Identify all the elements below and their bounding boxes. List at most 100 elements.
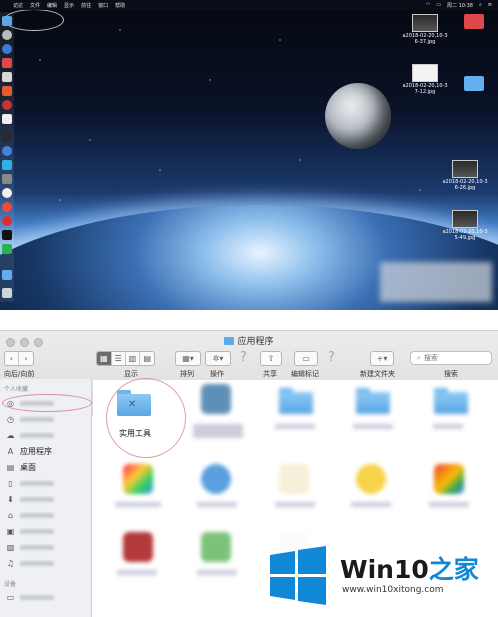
menu-window[interactable]: 窗口: [98, 2, 108, 9]
search-field[interactable]: ⌕: [410, 351, 492, 365]
sidebar-item[interactable]: ▧: [6, 541, 54, 554]
menu-edit[interactable]: 编辑: [47, 2, 57, 9]
documents-icon: ▯: [8, 479, 13, 488]
dock-launchpad-icon[interactable]: [2, 30, 12, 40]
menubar-clock[interactable]: 周二 10:38: [447, 2, 473, 9]
search-icon[interactable]: ⌕: [479, 2, 482, 8]
folder-icon[interactable]: [434, 388, 468, 414]
dock-app-icon[interactable]: [2, 58, 12, 68]
image-thumbnail-icon: [412, 64, 438, 82]
blurred-area: [380, 262, 492, 302]
applications-icon: A: [7, 447, 14, 456]
folder-icon[interactable]: [356, 388, 390, 414]
sidebar-item[interactable]: ◷: [6, 413, 54, 426]
sidebar-item-applications[interactable]: A 应用程序: [6, 445, 52, 458]
recents-icon: ◷: [7, 415, 14, 424]
desktop-file[interactable]: a2018-02-20,10-3 7-12.jpg: [390, 64, 460, 95]
dock-app-icon[interactable]: [2, 72, 12, 82]
blurred-label: [20, 545, 54, 550]
list-view-button[interactable]: ☰: [112, 352, 126, 365]
dock: [0, 12, 14, 302]
dock-app-icon[interactable]: [2, 216, 12, 226]
dock-finder-icon[interactable]: [2, 16, 12, 26]
highlight-circle: [106, 378, 186, 458]
sidebar: 个人收藏 ◎ ◷ ☁ A 应用程序 ▤ 桌面 ▯ ⬇ ⌂ ▣ ▧ ♫ 设备 ▭: [0, 379, 92, 617]
blurred-label: [197, 570, 237, 575]
dock-downloads-icon[interactable]: [2, 270, 12, 280]
dock-terminal-icon[interactable]: [2, 230, 12, 240]
share-button[interactable]: ⇪: [260, 351, 282, 366]
dock-app-icon[interactable]: [2, 86, 12, 96]
sidebar-item[interactable]: ▯: [6, 477, 54, 490]
icon-view-button[interactable]: ▦: [97, 352, 112, 365]
blurred-label: [115, 502, 161, 507]
desktop-file[interactable]: a2018-02-20,10-3 6-26.jpg: [430, 160, 498, 191]
sidebar-item[interactable]: ▣: [6, 525, 54, 538]
dock-app-icon[interactable]: [2, 244, 12, 254]
dock-app-icon[interactable]: [2, 188, 12, 198]
watermark-title: Win10之家: [340, 550, 479, 586]
menu-view[interactable]: 显示: [64, 2, 74, 9]
menu-file[interactable]: 文件: [30, 2, 40, 9]
desktop-icon: ▤: [6, 463, 15, 472]
app-icon[interactable]: [123, 532, 153, 562]
desktop-screen: 访达 文件 编辑 显示 前往 窗口 帮助 ◠ ▭ 周二 10:38 ⌕ ≡ a2…: [0, 0, 498, 310]
desktop-folder[interactable]: [459, 76, 489, 91]
search-label: 搜索: [444, 370, 458, 378]
new-folder-label: 新建文件夹: [360, 370, 395, 378]
image-thumbnail-icon: [452, 160, 478, 178]
desktop-file[interactable]: a2018-02-20,10-3 6-37.jpg: [390, 14, 460, 45]
sidebar-item[interactable]: ⬇: [6, 493, 54, 506]
menu-finder[interactable]: 访达: [13, 2, 23, 9]
gallery-view-button[interactable]: ▤: [140, 352, 154, 365]
trash-icon[interactable]: [2, 288, 12, 298]
new-folder-button[interactable]: +▾: [370, 351, 394, 366]
blurred-label: [20, 513, 54, 518]
dock-app-icon[interactable]: [2, 100, 12, 110]
sidebar-item[interactable]: ▭: [6, 591, 54, 604]
help-icon: ?: [328, 350, 335, 365]
app-icon[interactable]: [434, 464, 464, 494]
app-icon[interactable]: [201, 532, 231, 562]
app-icon[interactable]: [356, 464, 386, 494]
file-label: a2018-02-20,10-3 6-26.jpg: [442, 179, 488, 191]
desktop-folder[interactable]: [459, 14, 489, 29]
blurred-label: [20, 529, 54, 534]
forward-button[interactable]: ›: [19, 352, 33, 365]
menu-go[interactable]: 前往: [81, 2, 91, 9]
image-thumbnail-icon: [412, 14, 438, 32]
blurred-label: [351, 502, 391, 507]
desktop-file[interactable]: a2018-02-20,10-3 5-49.jpg: [430, 210, 498, 241]
app-icon[interactable]: [279, 464, 309, 494]
file-label: a2018-02-20,10-3 6-37.jpg: [402, 33, 448, 45]
dock-safari-icon[interactable]: [2, 44, 12, 54]
dock-appstore-icon[interactable]: [2, 160, 12, 170]
dock-settings-icon[interactable]: [2, 174, 12, 184]
battery-icon[interactable]: ▭: [436, 2, 441, 8]
app-icon[interactable]: [123, 464, 153, 494]
search-input[interactable]: [423, 354, 484, 362]
app-icon[interactable]: [201, 464, 231, 494]
sidebar-item-desktop[interactable]: ▤ 桌面: [6, 461, 36, 474]
sidebar-item[interactable]: ☁: [6, 429, 54, 442]
folder-icon[interactable]: [279, 388, 313, 414]
blurred-label: [353, 424, 393, 429]
file-label: a2018-02-20,10-3 7-12.jpg: [402, 83, 448, 95]
list-icon[interactable]: ≡: [488, 2, 492, 8]
dock-app-icon[interactable]: [2, 202, 12, 212]
dock-app-icon[interactable]: [2, 146, 12, 156]
menu-help[interactable]: 帮助: [115, 2, 125, 9]
back-button[interactable]: ‹: [5, 352, 19, 365]
blurred-label: [20, 595, 54, 600]
app-icon[interactable]: [201, 384, 231, 414]
wifi-icon[interactable]: ◠: [426, 2, 430, 8]
dock-app-icon[interactable]: [2, 132, 12, 142]
blurred-label: [20, 417, 54, 422]
sidebar-item[interactable]: ⌂: [6, 509, 54, 522]
action-button[interactable]: ✲▾: [205, 351, 231, 366]
dock-app-icon[interactable]: [2, 114, 12, 124]
arrange-button[interactable]: ▦▾: [175, 351, 201, 366]
sidebar-item[interactable]: ♫: [6, 557, 54, 570]
column-view-button[interactable]: ▥: [126, 352, 141, 365]
tag-button[interactable]: ▭: [294, 351, 318, 366]
